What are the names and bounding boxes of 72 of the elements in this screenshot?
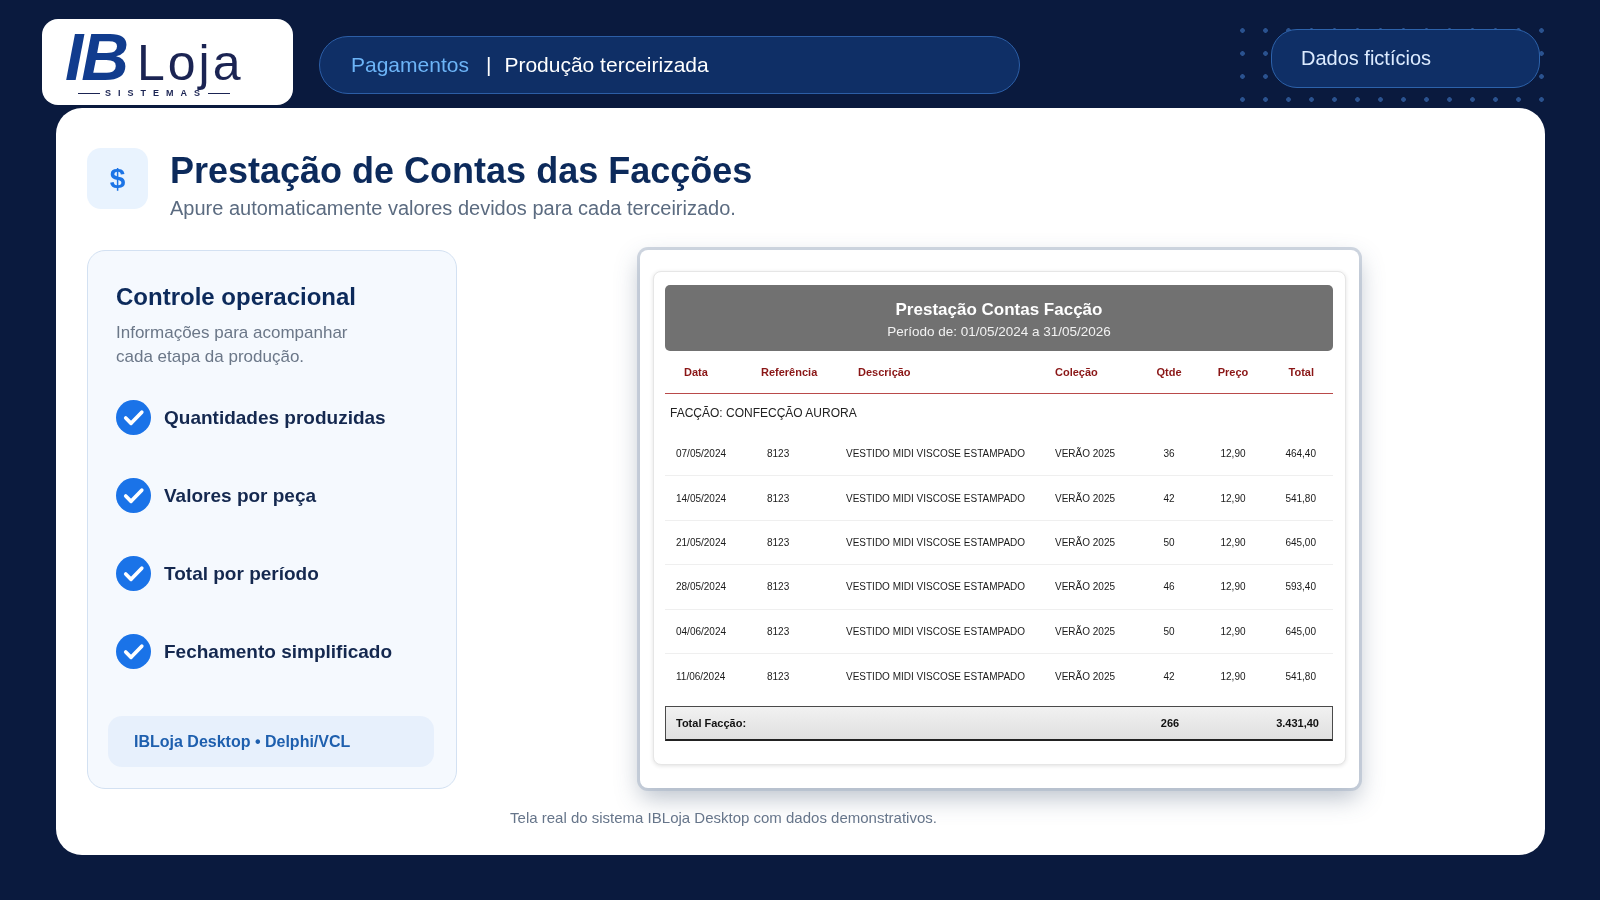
table-cell: 28/05/2024 — [676, 581, 727, 593]
caption-text: Tela real do sistema IBLoja Desktop com dados demonstrativos. — [510, 809, 937, 827]
logo-mark: IB — [65, 32, 127, 82]
table-cell: 12,90 — [1220, 492, 1246, 504]
table-cell: VERÃO 2025 — [1055, 581, 1116, 593]
group-label: FACÇÃO: CONFECÇÃO AURORA — [670, 406, 857, 420]
table-cell: 04/06/2024 — [676, 625, 727, 637]
table-cell: VESTIDO MIDI VISCOSE ESTAMPADO — [846, 670, 1026, 682]
table-cell: VERÃO 2025 — [1055, 492, 1116, 504]
page-subtitle: Apure automaticamente valores devidos para cada terceirizado. — [170, 196, 737, 220]
page-title: Prestação de Contas das Facções — [170, 150, 753, 192]
table-cell: 12,90 — [1220, 625, 1246, 637]
report-period: Período de: 01/05/2024 a 31/05/2026 — [887, 323, 1111, 340]
table-cell: 07/05/2024 — [676, 448, 727, 460]
breadcrumb-separator: | — [485, 53, 492, 77]
report-title: Prestação Contas Facção — [895, 299, 1103, 320]
total-quantity: 266 — [1160, 717, 1180, 730]
table-cell: VESTIDO MIDI VISCOSE ESTAMPADO — [846, 581, 1026, 593]
demo-data-badge: Dados fictícios — [1271, 29, 1540, 88]
table-cell: 11/06/2024 — [676, 670, 726, 682]
dollar-icon: $ — [87, 148, 148, 209]
feature-label: Valores por peça — [164, 484, 317, 507]
table-cell: VESTIDO MIDI VISCOSE ESTAMPADO — [846, 536, 1026, 548]
card-title: Controle operacional — [116, 283, 358, 311]
card-description: Informações para acompanhar cada etapa da produção. — [116, 322, 349, 368]
table-cell: 46 — [1163, 581, 1175, 593]
column-header: Data — [684, 366, 708, 378]
table-cell: 50 — [1163, 536, 1175, 548]
breadcrumb-section: Pagamentos — [351, 53, 469, 77]
table-cell: 42 — [1163, 670, 1175, 682]
table-cell: 464,40 — [1285, 448, 1316, 460]
table-cell: 36 — [1163, 448, 1175, 460]
table-cell: 541,80 — [1285, 492, 1316, 504]
total-label: Total Facção: — [676, 717, 747, 730]
table-cell: 645,00 — [1285, 536, 1316, 548]
table-cell: 541,80 — [1285, 670, 1316, 682]
total-amount: 3.431,40 — [1276, 717, 1319, 730]
column-header: Preço — [1217, 366, 1249, 378]
table-cell: 42 — [1163, 492, 1175, 504]
table-cell: 8123 — [767, 536, 790, 548]
table-cell: VESTIDO MIDI VISCOSE ESTAMPADO — [846, 448, 1026, 460]
table-cell: 8123 — [767, 448, 790, 460]
column-header: Coleção — [1055, 366, 1098, 378]
table-cell: 8123 — [767, 670, 790, 682]
table-cell: VERÃO 2025 — [1055, 670, 1116, 682]
table-cell: 50 — [1163, 625, 1175, 637]
column-header: Total — [1288, 366, 1314, 378]
table-cell: 8123 — [767, 625, 790, 637]
feature-label: Total por período — [164, 562, 319, 585]
table-cell: 12,90 — [1220, 448, 1246, 460]
table-cell: 593,40 — [1285, 581, 1316, 593]
table-cell: 12,90 — [1220, 581, 1246, 593]
logo-wordmark: Loja — [137, 38, 244, 88]
feature-label: Fechamento simplificado — [164, 640, 393, 663]
column-header: Qtde — [1156, 366, 1182, 378]
table-cell: VERÃO 2025 — [1055, 625, 1116, 637]
table-cell: VESTIDO MIDI VISCOSE ESTAMPADO — [846, 492, 1026, 504]
table-cell: 12,90 — [1220, 536, 1246, 548]
table-cell: VESTIDO MIDI VISCOSE ESTAMPADO — [846, 625, 1026, 637]
table-cell: VERÃO 2025 — [1055, 448, 1116, 460]
column-header: Referência — [761, 366, 818, 378]
table-cell: 12,90 — [1220, 670, 1246, 682]
column-header: Descrição — [858, 366, 911, 378]
platform-tag: IBLoja Desktop • Delphi/VCL — [108, 716, 434, 767]
table-cell: VERÃO 2025 — [1055, 536, 1116, 548]
table-cell: 645,00 — [1285, 625, 1316, 637]
table-cell: 8123 — [767, 492, 790, 504]
feature-label: Quantidades produzidas — [164, 406, 386, 429]
table-cell: 21/05/2024 — [676, 536, 727, 548]
table-cell: 8123 — [767, 581, 790, 593]
table-cell: 14/05/2024 — [676, 492, 727, 504]
breadcrumb-page: Produção terceirizada — [504, 53, 709, 77]
